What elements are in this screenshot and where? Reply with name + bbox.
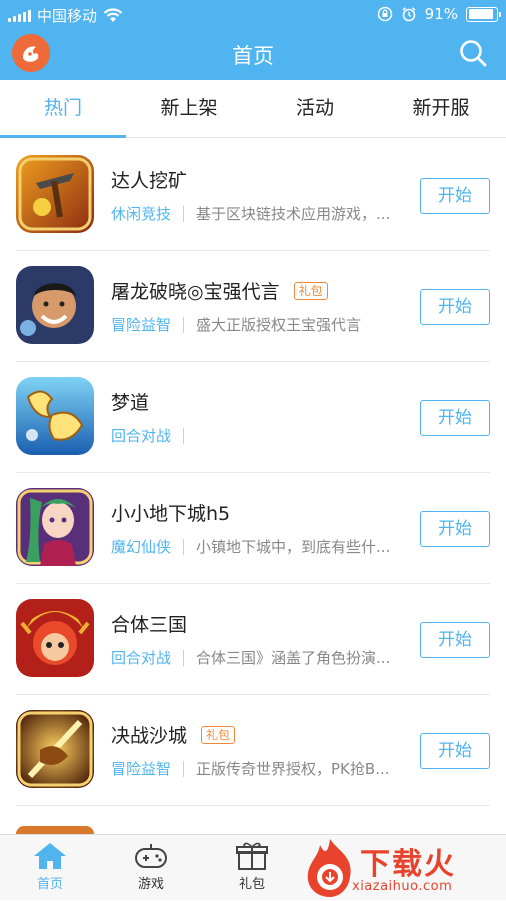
bottom-nav-label: 首页 [36,877,63,892]
list-item[interactable]: 达人挖矿 休闲竞技 基于区块链技术应用游戏，... 开始 [0,140,506,251]
home-icon [34,843,66,869]
game-icon[interactable] [16,377,94,455]
game-icon[interactable] [16,710,94,788]
game-name: 梦道 [111,392,150,414]
battery-icon [466,6,501,22]
tab-events[interactable]: 活动 [252,80,378,138]
game-category: 回合对战 [111,649,172,667]
divider [183,760,185,777]
tab-hot[interactable]: 热门 [0,80,126,138]
divider [183,427,185,444]
game-icon [16,826,94,834]
divider [183,316,185,333]
game-name: 达人挖矿 [111,170,188,192]
start-button[interactable]: 开始 [420,400,490,436]
rotation-lock-icon [377,6,392,22]
game-name: 决战沙城 [111,725,188,747]
divider [183,649,185,666]
tab-new-arrivals[interactable]: 新上架 [126,80,252,138]
signal-icon [8,9,31,22]
gift-badge: 礼包 [293,281,328,300]
start-button[interactable]: 开始 [420,511,490,547]
game-description: 基于区块链技术应用游戏，... [196,205,391,223]
bottom-nav-games[interactable]: 游戏 [121,841,181,892]
game-description: 盛大正版授权王宝强代言 [196,316,362,334]
alarm-icon [402,7,416,22]
divider [183,538,185,555]
start-button[interactable]: 开始 [420,178,490,214]
bottom-nav-label: 游戏 [137,877,164,892]
gift-badge: 礼包 [201,725,236,744]
game-name: 合体三国 [111,614,188,636]
search-icon[interactable] [458,38,488,68]
divider [16,805,490,806]
game-description: 小镇地下城中，到底有些什... [196,538,391,556]
start-button[interactable]: 开始 [420,733,490,769]
status-bar: 中国移动 91% [0,0,506,28]
game-name: 小小地下城h5 [111,503,231,525]
list-item[interactable]: 小小地下城h5 魔幻仙侠 小镇地下城中，到底有些什... 开始 [0,473,506,584]
page-title: 首页 [232,44,274,68]
game-category: 冒险益智 [111,316,172,334]
tab-new-servers[interactable]: 新开服 [378,80,504,138]
list-item[interactable]: 梦道 回合对战 开始 [0,362,506,473]
game-icon[interactable] [16,599,94,677]
game-icon[interactable] [16,266,94,344]
game-description: 合体三国》涵盖了角色扮演... [196,649,391,667]
list-item[interactable]: 屠龙破晓◎宝强代言 礼包 冒险益智 盛大正版授权王宝强代言 开始 [0,251,506,362]
watermark-url: xiazaihuo.com [352,879,453,894]
start-button[interactable]: 开始 [420,622,490,658]
list-item[interactable]: 合体三国 回合对战 合体三国》涵盖了角色扮演... 开始 [0,584,506,695]
game-description: 正版传奇世界授权，PK抢B... [196,760,390,778]
bottom-nav-gifts[interactable]: 礼包 [222,841,282,892]
game-name: 屠龙破晓◎宝强代言 [111,281,280,303]
list-item[interactable]: 决战沙城 礼包 冒险益智 正版传奇世界授权，PK抢B... 开始 [0,695,506,806]
battery-percent: 91% [424,5,458,23]
gamepad-icon [135,844,167,868]
watermark: 下载火 xiazaihuo.com [300,835,506,901]
top-header: 中国移动 91% 首页 [0,0,506,80]
game-category: 回合对战 [111,427,172,445]
bottom-nav-label: 礼包 [238,877,265,892]
game-icon[interactable] [16,488,94,566]
game-category: 冒险益智 [111,760,172,778]
flame-logo-icon [307,839,351,897]
carrier-name: 中国移动 [37,7,98,25]
watermark-text: 下载火 [360,847,456,882]
wifi-icon [103,8,123,22]
active-tab-indicator [0,135,126,138]
game-category: 休闲竞技 [111,205,172,223]
start-button[interactable]: 开始 [420,289,490,325]
game-icon[interactable] [16,155,94,233]
category-tabs: 热门 新上架 活动 新开服 [0,80,506,138]
nav-bar: 首页 [0,28,506,80]
bottom-tab-bar: 首页 游戏 礼包 下载火 xiazaihuo.com [0,834,506,900]
gift-box-icon [236,842,268,870]
bottom-nav-home[interactable]: 首页 [20,841,80,892]
divider [183,205,185,222]
game-category: 魔幻仙侠 [111,538,172,556]
